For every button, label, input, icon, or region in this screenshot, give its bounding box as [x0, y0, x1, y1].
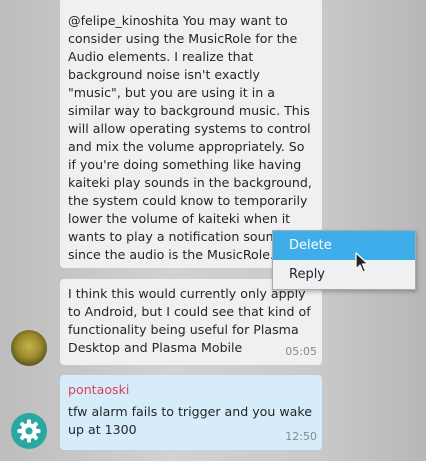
message-bubble[interactable]: I think this would currently only apply …	[60, 279, 322, 365]
gear-icon	[17, 419, 41, 443]
message-bubble-own[interactable]: pontaoski tfw alarm fails to trigger and…	[60, 375, 322, 450]
message-text: tfw alarm fails to trigger and you wake …	[68, 404, 312, 437]
message-timestamp: 05:05	[285, 345, 317, 358]
mouse-cursor-icon	[355, 252, 369, 273]
context-menu: Delete Reply	[272, 230, 416, 290]
avatar[interactable]	[11, 413, 47, 449]
message-timestamp: 12:50	[285, 430, 317, 443]
menu-item-reply[interactable]: Reply	[273, 260, 415, 289]
message-text: @felipe_kinoshita You may want to consid…	[68, 13, 312, 262]
message-bubble[interactable]: @felipe_kinoshita You may want to consid…	[60, 0, 322, 268]
sender-name[interactable]: pontaoski	[68, 381, 314, 399]
message-text: I think this would currently only apply …	[68, 286, 311, 355]
avatar[interactable]	[11, 330, 47, 366]
menu-item-delete[interactable]: Delete	[273, 231, 415, 260]
